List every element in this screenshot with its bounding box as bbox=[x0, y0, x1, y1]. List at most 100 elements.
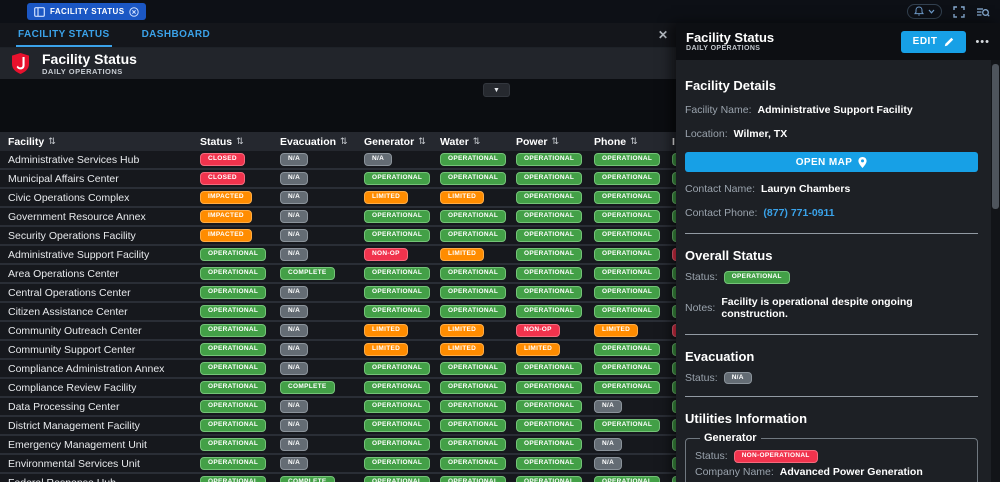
chip-close-icon[interactable] bbox=[129, 7, 139, 17]
status-cell: OPERATIONAL bbox=[586, 170, 664, 187]
column-header[interactable]: Generator⇅ bbox=[356, 132, 432, 151]
status-badge: OPERATIONAL bbox=[516, 381, 582, 394]
column-header[interactable]: Evacuation⇅ bbox=[272, 132, 356, 151]
table-row[interactable]: Administrative Services HubCLOSEDN/AN/AO… bbox=[0, 151, 676, 170]
table-row[interactable]: Area Operations CenterOPERATIONALCOMPLET… bbox=[0, 265, 676, 284]
column-header[interactable]: Status⇅ bbox=[192, 132, 272, 151]
status-badge: OPERATIONAL bbox=[594, 229, 660, 242]
status-badge: OPERATIONAL bbox=[364, 419, 430, 432]
status-cell: OPERATIONAL bbox=[664, 265, 676, 282]
edit-button[interactable]: EDIT bbox=[901, 31, 967, 53]
column-header[interactable]: Phone⇅ bbox=[586, 132, 664, 151]
table-row[interactable]: Compliance Review FacilityOPERATIONALCOM… bbox=[0, 379, 676, 398]
status-cell: N/A bbox=[586, 398, 664, 415]
status-badge: OPERATIONAL bbox=[516, 362, 582, 375]
table-row[interactable]: Citizen Assistance CenterOPERATIONALN/AO… bbox=[0, 303, 676, 322]
status-cell: IMPACTED bbox=[192, 189, 272, 206]
status-cell: N/A bbox=[586, 455, 664, 472]
more-options-icon[interactable]: ••• bbox=[975, 38, 990, 46]
status-badge: N/A bbox=[280, 229, 308, 242]
tab-dashboard[interactable]: DASHBOARD bbox=[140, 23, 213, 47]
status-badge: OPERATIONAL bbox=[594, 476, 660, 482]
evacuation-status-label: Status: bbox=[685, 372, 718, 384]
status-badge: OPERATIONAL bbox=[594, 191, 660, 204]
table-row[interactable]: Central Operations CenterOPERATIONALN/AO… bbox=[0, 284, 676, 303]
table-row[interactable]: Data Processing CenterOPERATIONALN/AOPER… bbox=[0, 398, 676, 417]
column-header-label: Water bbox=[440, 136, 469, 148]
board-chip-facility-status[interactable]: FACILITY STATUS bbox=[27, 3, 146, 20]
facility-name-cell: Compliance Review Facility bbox=[0, 379, 192, 396]
status-cell: OPERATIONAL bbox=[586, 341, 664, 358]
notifications-button[interactable] bbox=[907, 4, 942, 19]
panel-scrollbar-thumb[interactable] bbox=[992, 64, 999, 209]
status-cell: OPERATIONAL bbox=[432, 265, 508, 282]
table-row[interactable]: Security Operations FacilityIMPACTEDN/AO… bbox=[0, 227, 676, 246]
status-cell: OPERATIONAL bbox=[664, 189, 676, 206]
status-cell: OPERATIONAL bbox=[356, 208, 432, 225]
status-cell: OPERATIONAL bbox=[586, 189, 664, 206]
status-badge: OPERATIONAL bbox=[200, 457, 266, 470]
status-cell: OPERATIONAL bbox=[664, 474, 676, 482]
status-badge: NON-OP bbox=[516, 324, 560, 337]
status-badge: N/A bbox=[594, 457, 622, 470]
tab-facility-status[interactable]: FACILITY STATUS bbox=[16, 23, 112, 47]
status-cell: OPERATIONAL bbox=[356, 474, 432, 482]
facility-name-value: Administrative Support Facility bbox=[758, 104, 913, 116]
status-cell: OPERATIONAL bbox=[664, 455, 676, 472]
status-cell: OPERATIONAL bbox=[432, 417, 508, 434]
status-cell: LIMITED bbox=[432, 322, 508, 339]
column-header[interactable]: Power⇅ bbox=[508, 132, 586, 151]
fullscreen-icon[interactable] bbox=[953, 6, 965, 18]
status-cell: OPERATIONAL bbox=[192, 436, 272, 453]
status-cell: OPERATIONAL bbox=[586, 151, 664, 168]
status-badge: OPERATIONAL bbox=[516, 438, 582, 451]
status-cell: OPERATIONAL bbox=[508, 436, 586, 453]
status-cell: OPERATIONAL bbox=[356, 379, 432, 396]
status-cell: LIMITED bbox=[356, 189, 432, 206]
detail-panel-body: Facility Details Facility Name: Administ… bbox=[676, 60, 1000, 482]
status-badge: LIMITED bbox=[440, 324, 484, 337]
facility-name-cell: Data Processing Center bbox=[0, 398, 192, 415]
status-badge: OPERATIONAL bbox=[440, 267, 506, 280]
close-icon[interactable]: ✕ bbox=[658, 27, 668, 43]
table-row[interactable]: Federal Response HubOPERATIONALCOMPLETEO… bbox=[0, 474, 676, 482]
table-row[interactable]: Community Outreach CenterOPERATIONALN/AL… bbox=[0, 322, 676, 341]
column-header[interactable]: I⇅ bbox=[664, 132, 676, 151]
table-row[interactable]: Community Support CenterOPERATIONALN/ALI… bbox=[0, 341, 676, 360]
status-cell: N/A bbox=[272, 303, 356, 320]
column-header-label: I bbox=[672, 136, 675, 148]
status-badge: OPERATIONAL bbox=[200, 381, 266, 394]
status-badge: N/A bbox=[280, 248, 308, 261]
open-map-button[interactable]: OPEN MAP bbox=[685, 152, 978, 172]
section-heading-facility-details: Facility Details bbox=[685, 78, 978, 93]
status-cell: OPERATIONAL bbox=[508, 151, 586, 168]
status-badge: OPERATIONAL bbox=[440, 400, 506, 413]
status-cell: N/A bbox=[272, 170, 356, 187]
table-row[interactable]: Environmental Services UnitOPERATIONALN/… bbox=[0, 455, 676, 474]
table-row[interactable]: Administrative Support FacilityOPERATION… bbox=[0, 246, 676, 265]
table-row[interactable]: Government Resource AnnexIMPACTEDN/AOPER… bbox=[0, 208, 676, 227]
table-row[interactable]: Emergency Management UnitOPERATIONALN/AO… bbox=[0, 436, 676, 455]
contact-phone-link[interactable]: (877) 771-0911 bbox=[763, 207, 834, 219]
column-header[interactable]: Facility⇅ bbox=[0, 132, 192, 151]
status-badge: N/A bbox=[280, 324, 308, 337]
status-cell: OPERATIONAL bbox=[664, 284, 676, 301]
status-cell: OPERATIONAL bbox=[508, 227, 586, 244]
table-row[interactable]: Civic Operations ComplexIMPACTEDN/ALIMIT… bbox=[0, 189, 676, 208]
status-badge: OPERATIONAL bbox=[594, 172, 660, 185]
status-badge: OPERATIONAL bbox=[440, 419, 506, 432]
table-row[interactable]: Municipal Affairs CenterCLOSEDN/AOPERATI… bbox=[0, 170, 676, 189]
status-cell: OPERATIONAL bbox=[192, 265, 272, 282]
status-badge: OPERATIONAL bbox=[594, 305, 660, 318]
facility-name-cell: Compliance Administration Annex bbox=[0, 360, 192, 377]
status-cell: N/A bbox=[356, 151, 432, 168]
status-cell: OPERATIONAL bbox=[508, 455, 586, 472]
sort-icon: ⇅ bbox=[552, 136, 560, 147]
table-row[interactable]: District Management FacilityOPERATIONALN… bbox=[0, 417, 676, 436]
search-filter-icon[interactable] bbox=[976, 6, 990, 18]
column-header[interactable]: Water⇅ bbox=[432, 132, 508, 151]
status-cell: CLOSED bbox=[192, 151, 272, 168]
table-row[interactable]: Compliance Administration Annex OPERATION… bbox=[0, 360, 676, 379]
location-value: Wilmer, TX bbox=[734, 128, 788, 140]
collapse-toggle-button[interactable]: ▼ bbox=[483, 83, 510, 97]
